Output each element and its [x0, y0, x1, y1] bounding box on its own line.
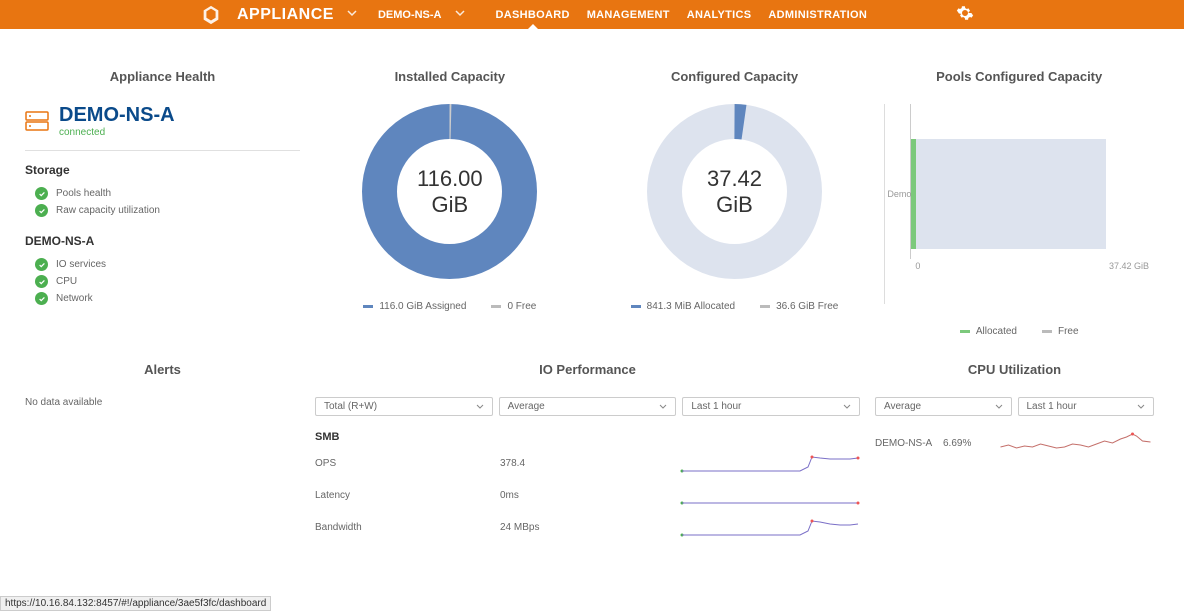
installed-capacity-chart: 116.00 GiB	[362, 104, 537, 279]
nav-administration[interactable]: ADMINISTRATION	[768, 1, 867, 29]
io-category-smb: SMB	[315, 431, 860, 443]
installed-capacity-value: 116.00 GiB	[406, 166, 494, 218]
installed-capacity-title: Installed Capacity	[315, 69, 585, 84]
pools-capacity-title: Pools Configured Capacity	[884, 69, 1154, 84]
chevron-down-icon	[476, 403, 484, 411]
appliance-name[interactable]: DEMO-NS-A	[59, 104, 175, 127]
appliance-icon	[25, 110, 49, 132]
cpu-select-time[interactable]: Last 1 hour	[1018, 397, 1155, 416]
pools-y-label: Demo	[887, 189, 911, 199]
io-select-avg[interactable]: Average	[499, 397, 677, 416]
nav-management[interactable]: MANAGEMENT	[587, 1, 670, 29]
configured-capacity-title: Configured Capacity	[600, 69, 870, 84]
io-select-time[interactable]: Last 1 hour	[682, 397, 860, 416]
appliance-health-title: Appliance Health	[25, 69, 300, 84]
alerts-title: Alerts	[25, 362, 300, 377]
check-icon	[35, 258, 48, 271]
legend-pools-free: Free	[1042, 326, 1079, 337]
legend-free: 0 Free	[491, 301, 536, 312]
io-row-latency: Latency 0ms	[315, 485, 860, 505]
legend-free: 36.6 GiB Free	[760, 301, 838, 312]
io-row-ops: OPS 378.4	[315, 453, 860, 473]
legend-allocated: 841.3 MiB Allocated	[631, 301, 735, 312]
device-label: DEMO-NS-A	[378, 9, 442, 21]
nav-analytics[interactable]: ANALYTICS	[687, 1, 752, 29]
health-pools: Pools health	[25, 185, 300, 202]
cpu-row: DEMO-NS-A 6.69%	[875, 431, 1154, 456]
status-bar-url: https://10.16.84.132:8457/#!/appliance/3…	[0, 596, 271, 611]
check-icon	[35, 292, 48, 305]
health-raw-capacity: Raw capacity utilization	[25, 202, 300, 219]
cpu-select-avg[interactable]: Average	[875, 397, 1012, 416]
appliance-dropdown-icon[interactable]	[346, 7, 358, 22]
chevron-down-icon	[659, 403, 667, 411]
pools-x-min: 0	[915, 261, 920, 271]
configured-capacity-value: 37.42 GiB	[691, 166, 779, 218]
health-io-services: IO services	[25, 256, 300, 273]
chevron-down-icon	[1137, 403, 1145, 411]
bandwidth-sparkline	[680, 517, 860, 537]
check-icon	[35, 204, 48, 217]
nav-dashboard[interactable]: DASHBOARD	[496, 1, 570, 29]
chevron-down-icon	[995, 403, 1003, 411]
cpu-sparkline	[998, 431, 1154, 456]
pools-x-max: 37.42 GiB	[1109, 261, 1149, 271]
cpu-utilization-title: CPU Utilization	[875, 362, 1154, 377]
brand-logo-icon	[200, 4, 222, 26]
legend-assigned: 116.0 GiB Assigned	[363, 301, 466, 312]
gear-icon[interactable]	[956, 4, 974, 25]
check-icon	[35, 275, 48, 288]
check-icon	[35, 187, 48, 200]
legend-pools-allocated: Allocated	[960, 326, 1017, 337]
brand-label: APPLIANCE	[237, 6, 334, 24]
io-select-total[interactable]: Total (R+W)	[315, 397, 493, 416]
chevron-down-icon	[843, 403, 851, 411]
appliance-status: connected	[59, 127, 175, 138]
latency-sparkline	[680, 485, 860, 505]
health-network: Network	[25, 290, 300, 307]
ops-sparkline	[680, 453, 860, 473]
io-row-bandwidth: Bandwidth 24 MBps	[315, 517, 860, 537]
health-cpu: CPU	[25, 273, 300, 290]
device-dropdown-icon[interactable]	[454, 7, 466, 22]
pools-capacity-chart: Demo 0 37.42 GiB	[884, 104, 1154, 304]
node-header: DEMO-NS-A	[25, 234, 300, 248]
configured-capacity-chart: 37.42 GiB	[647, 104, 822, 279]
alerts-no-data: No data available	[25, 397, 300, 408]
io-performance-title: IO Performance	[315, 362, 860, 377]
storage-header: Storage	[25, 163, 300, 177]
